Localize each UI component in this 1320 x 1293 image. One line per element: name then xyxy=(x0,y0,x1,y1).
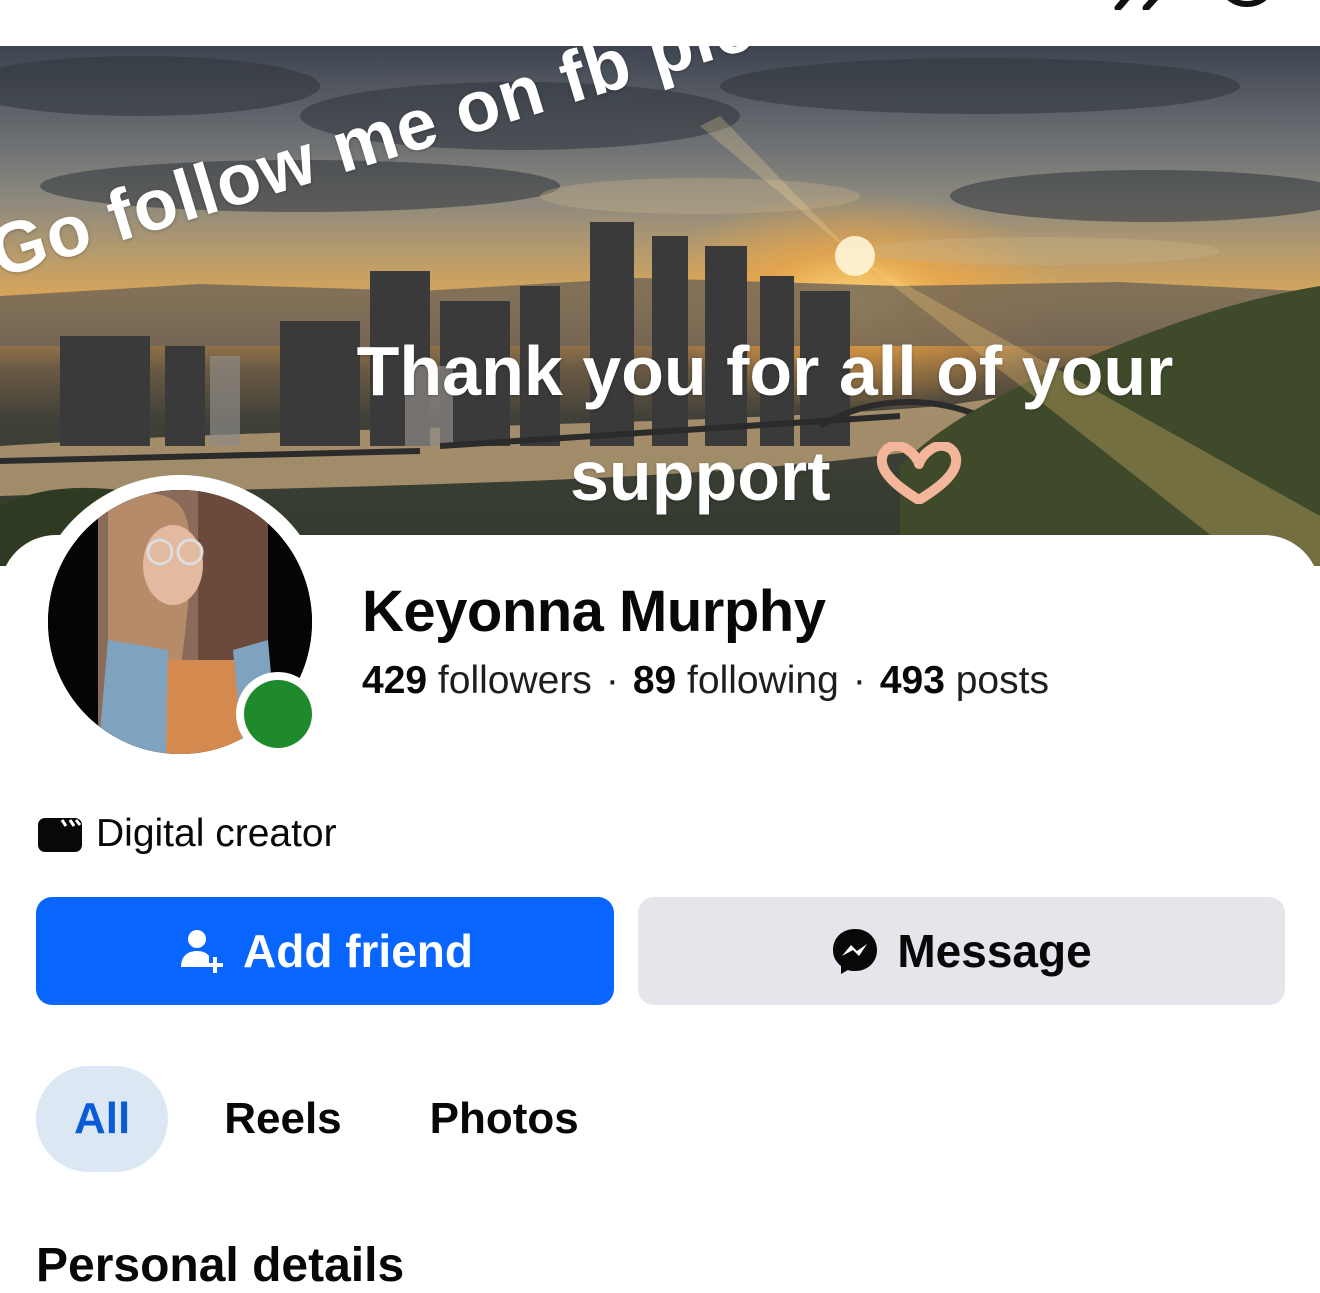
stats-separator: · xyxy=(605,659,619,702)
posts-label: posts xyxy=(955,659,1049,702)
following-count[interactable]: 89 xyxy=(633,659,676,702)
stats-separator: · xyxy=(852,659,866,702)
profile-stats: 429 followers · 89 following · 493 posts xyxy=(362,659,1049,703)
message-label: Message xyxy=(897,925,1092,977)
tab-photos[interactable]: Photos xyxy=(396,1066,613,1172)
following-label[interactable]: following xyxy=(687,659,839,702)
add-friend-icon xyxy=(181,930,223,973)
followers-count[interactable]: 429 xyxy=(362,659,427,702)
search-icon[interactable] xyxy=(1212,0,1282,18)
edit-pencil-icon[interactable] xyxy=(1110,0,1180,10)
tab-all[interactable]: All xyxy=(36,1066,169,1172)
messenger-icon xyxy=(833,929,878,974)
category-label: Digital creator xyxy=(96,812,337,855)
add-friend-label: Add friend xyxy=(243,925,473,977)
add-friend-button[interactable]: Add friend xyxy=(36,897,614,1005)
profile-tabs: All Reels Photos xyxy=(36,1066,613,1172)
profile-name: Keyonna Murphy xyxy=(362,579,826,644)
tab-reels[interactable]: Reels xyxy=(192,1066,373,1172)
profile-category: Digital creator xyxy=(36,810,337,858)
online-status-dot xyxy=(244,680,312,748)
clapperboard-icon xyxy=(38,818,82,852)
followers-label[interactable]: followers xyxy=(438,659,592,702)
top-navigation-bar xyxy=(0,0,1320,46)
personal-details-heading: Personal details xyxy=(36,1239,405,1292)
message-button[interactable]: Message xyxy=(638,897,1285,1005)
posts-count: 493 xyxy=(879,659,945,702)
story-text-line-2: support xyxy=(570,437,831,515)
heart-hands-emoji-icon xyxy=(876,442,962,504)
back-arrow-icon[interactable] xyxy=(44,0,100,6)
story-text-line-1: Thank you for all of your xyxy=(356,332,1174,410)
